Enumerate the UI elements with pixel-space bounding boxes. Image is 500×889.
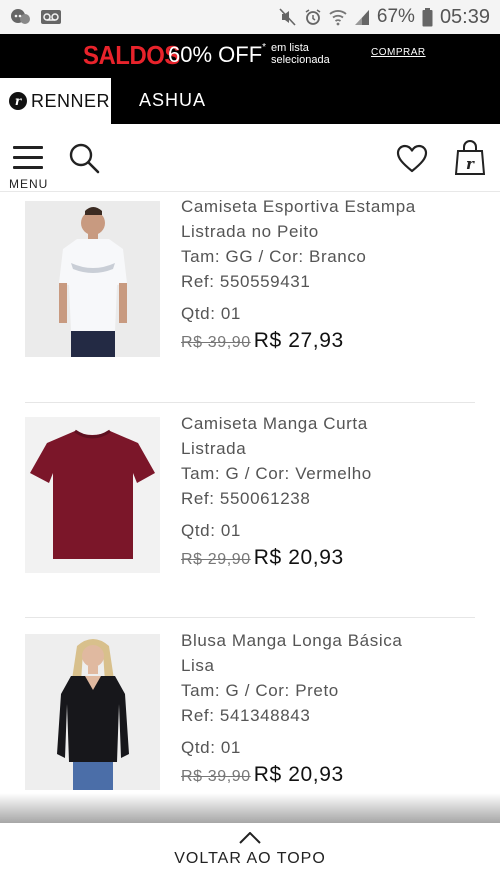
promo-banner[interactable]: SALDOS 60% OFF* em lista selecionada COM… (0, 34, 500, 78)
tab-renner[interactable]: r RENNER (0, 78, 111, 124)
renner-logo-icon: r (9, 92, 27, 110)
product-image[interactable] (25, 417, 160, 573)
promo-discount: 60% OFF* (168, 42, 266, 68)
promo-saldos-label: SALDOS (83, 40, 180, 70)
promo-list-text: em lista selecionada (271, 42, 330, 66)
signal-icon (354, 10, 369, 25)
product-size-color: Tam: G / Cor: Preto (181, 681, 339, 700)
promo-asterisk: * (262, 42, 267, 53)
product-ref: Ref: 550559431 (181, 272, 311, 291)
new-price: R$ 20,93 (253, 546, 344, 569)
product-name[interactable]: Camiseta Manga Curta Listrada (181, 411, 431, 461)
product-size-color: Tam: GG / Cor: Branco (181, 247, 367, 266)
new-price: R$ 27,93 (253, 329, 344, 352)
menu-label: MENU (9, 177, 49, 191)
chevron-up-icon (239, 832, 261, 844)
product-info: Blusa Manga Longa Básica Lisa Tam: G / C… (181, 628, 431, 789)
product-price: R$ 39,90 R$ 27,93 (181, 328, 431, 355)
product-price: R$ 29,90 R$ 20,93 (181, 545, 431, 572)
new-price: R$ 20,93 (253, 763, 344, 786)
product-item[interactable]: Camiseta Esportiva Estampa Listrada no P… (0, 193, 500, 403)
wifi-icon (329, 10, 347, 26)
wishlist-heart-icon[interactable] (396, 144, 428, 174)
black-blouse-woman-image (25, 634, 160, 790)
product-info: Camiseta Esportiva Estampa Listrada no P… (181, 194, 431, 355)
old-price: R$ 29,90 (181, 551, 251, 568)
hamburger-icon (13, 146, 43, 176)
shopping-bag-icon[interactable]: r (455, 140, 485, 176)
old-price: R$ 39,90 (181, 768, 251, 785)
red-tshirt-image (25, 417, 160, 573)
promo-discount-text: 60% OFF (168, 42, 263, 67)
promo-buy-link[interactable]: COMPRAR (371, 47, 426, 58)
product-size-color: Tam: G / Cor: Vermelho (181, 464, 372, 483)
product-item[interactable]: Camiseta Manga Curta Listrada Tam: G / C… (0, 401, 500, 618)
search-icon[interactable] (68, 142, 100, 174)
tab-ashua[interactable]: ASHUA (139, 90, 206, 111)
mute-icon (279, 8, 296, 26)
product-info: Camiseta Manga Curta Listrada Tam: G / C… (181, 411, 431, 572)
status-bar: 67% 05:39 (0, 0, 500, 34)
product-price: R$ 39,90 R$ 20,93 (181, 762, 431, 789)
product-qty: Qtd: 01 (181, 521, 241, 540)
brand-tabs: r RENNER ASHUA (0, 78, 500, 124)
back-to-top-button[interactable]: VOLTAR AO TOPO (0, 823, 500, 889)
product-name[interactable]: Blusa Manga Longa Básica Lisa (181, 628, 431, 678)
site-header: MENU r (0, 124, 500, 192)
scroll-shadow (0, 793, 500, 823)
tab-renner-label: RENNER (31, 90, 111, 111)
back-to-top-label: VOLTAR AO TOPO (174, 850, 326, 867)
white-tshirt-man-image (25, 201, 160, 357)
product-item[interactable]: Blusa Manga Longa Básica Lisa Tam: G / C… (0, 618, 500, 793)
product-ref: Ref: 541348843 (181, 706, 311, 725)
product-ref: Ref: 550061238 (181, 489, 311, 508)
battery-percent: 67% (376, 6, 415, 27)
svg-text:r: r (466, 155, 475, 173)
clock: 05:39 (439, 5, 490, 28)
alarm-icon (305, 9, 321, 25)
product-image[interactable] (25, 634, 160, 790)
product-qty: Qtd: 01 (181, 304, 241, 323)
cart-product-list: Camiseta Esportiva Estampa Listrada no P… (0, 193, 500, 793)
battery-icon (422, 7, 433, 26)
menu-button[interactable]: MENU (9, 146, 49, 192)
voicemail-icon (41, 10, 61, 24)
notification-icon (11, 9, 30, 24)
product-name[interactable]: Camiseta Esportiva Estampa Listrada no P… (181, 194, 431, 244)
product-image[interactable] (25, 201, 160, 357)
product-qty: Qtd: 01 (181, 738, 241, 757)
old-price: R$ 39,90 (181, 334, 251, 351)
